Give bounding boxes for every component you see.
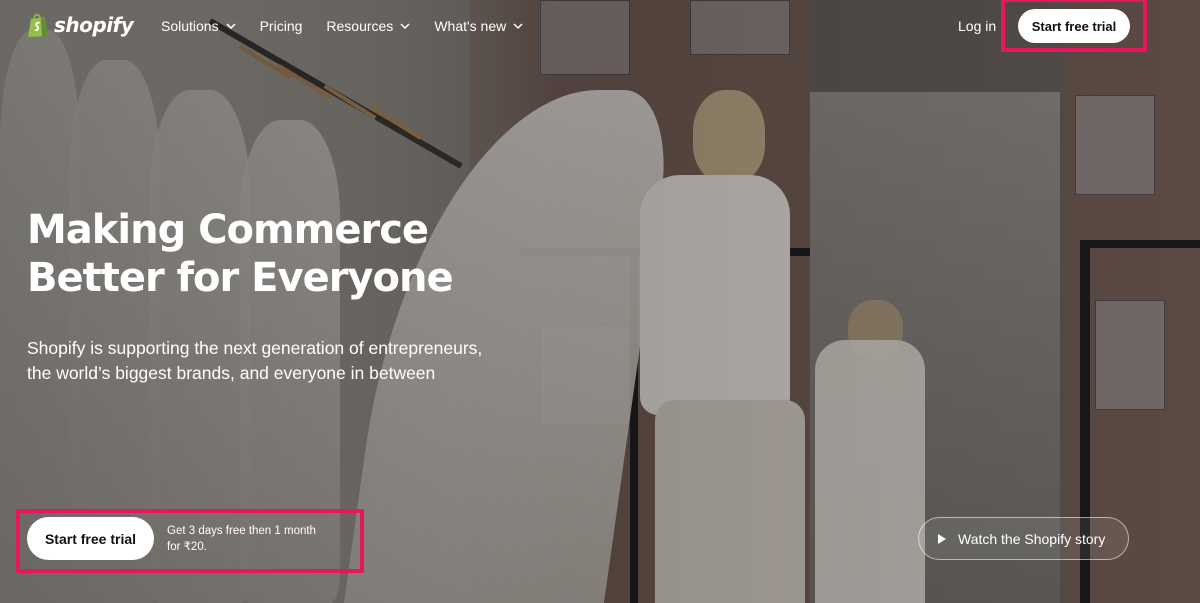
hero-subtext: Shopify is supporting the next generatio… (27, 336, 497, 386)
logo-wordmark: shopify (54, 13, 134, 37)
play-icon (938, 533, 946, 544)
login-link[interactable]: Log in (958, 18, 996, 34)
nav-menu: Solutions Pricing Resources What's new (161, 18, 523, 34)
nav-item-solutions[interactable]: Solutions (161, 18, 236, 34)
nav-item-label: What's new (434, 18, 507, 34)
trial-offer-line: for ₹20. (167, 541, 207, 553)
start-free-trial-button-hero[interactable]: Start free trial (27, 517, 154, 560)
shopify-logo[interactable]: shopify (27, 12, 134, 38)
watch-story-button[interactable]: Watch the Shopify story (918, 517, 1129, 560)
trial-offer-note: Get 3 days free then 1 month for ₹20. (167, 523, 337, 555)
hero-headline: Making Commerce Better for Everyone (27, 206, 487, 302)
subtext-line: Shopify is supporting the next generatio… (27, 338, 483, 358)
chevron-down-icon (513, 23, 523, 30)
start-free-trial-button-nav[interactable]: Start free trial (1018, 9, 1130, 43)
subtext-line: the world’s biggest brands, and everyone… (27, 363, 436, 383)
trial-offer-line: Get 3 days free then 1 month (167, 525, 316, 537)
hero-section: shopify Solutions Pricing Resources What… (0, 0, 1200, 603)
shopping-bag-icon (27, 12, 49, 38)
nav-item-whats-new[interactable]: What's new (434, 18, 523, 34)
nav-item-resources[interactable]: Resources (326, 18, 410, 34)
nav-item-label: Solutions (161, 18, 219, 34)
nav-item-pricing[interactable]: Pricing (260, 18, 303, 34)
chevron-down-icon (400, 23, 410, 30)
nav-item-label: Pricing (259, 18, 303, 34)
chevron-down-icon (226, 23, 236, 30)
top-navigation: shopify Solutions Pricing Resources What… (0, 0, 1200, 52)
headline-line: Better for Everyone (27, 255, 454, 301)
watch-story-label: Watch the Shopify story (958, 530, 1106, 547)
headline-line: Making Commerce (27, 207, 429, 253)
nav-item-label: Resources (326, 18, 394, 34)
